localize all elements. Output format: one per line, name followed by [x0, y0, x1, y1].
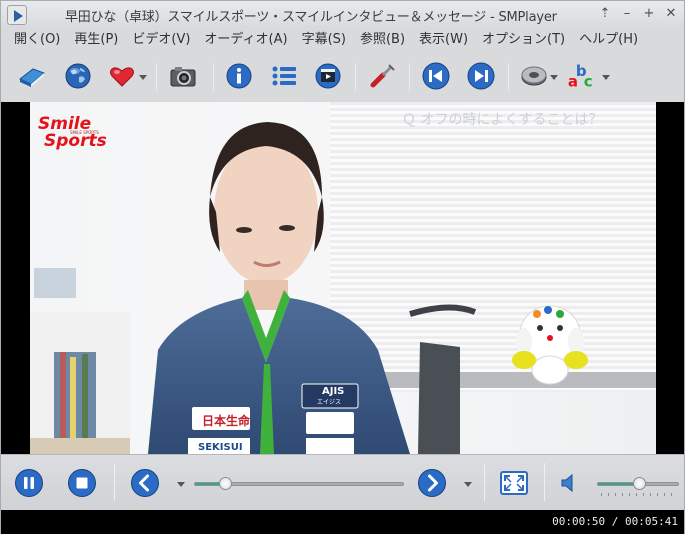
close-button[interactable]: ✕ — [662, 5, 680, 23]
smplayer-app-icon[interactable] — [7, 5, 27, 25]
jersey-sponsor-ajis: AJIS — [322, 386, 345, 397]
favorites-dropdown-arrow[interactable] — [139, 75, 147, 80]
status-bar: 00:00:50 / 00:05:41 — [1, 510, 684, 534]
playlist-icon — [272, 66, 296, 86]
video-frame[interactable]: Smile SMILE SPORTS Sports Ｑ オフの時によくすることは… — [30, 102, 656, 454]
seek-slider[interactable] — [194, 477, 404, 490]
menu-help[interactable]: ヘルプ(H) — [572, 29, 645, 51]
control-separator — [544, 463, 545, 501]
minimize-button[interactable]: – — [618, 5, 636, 23]
info-icon — [226, 63, 252, 89]
menu-bar: 開く(O) 再生(P) ビデオ(V) オーディオ(A) 字幕(S) 参照(B) … — [1, 28, 684, 52]
forward-icon — [418, 469, 446, 497]
pause-icon — [15, 469, 43, 497]
toolbar-separator — [355, 63, 356, 91]
audio-track-button[interactable] — [519, 61, 549, 91]
stop-button[interactable] — [67, 468, 97, 498]
jersey-sponsor-ajis-kana: エイジス — [317, 399, 342, 406]
screenshot-button[interactable] — [168, 61, 198, 91]
smplayer-window: 早田ひな（卓球）スマイルスポーツ・スマイルインタビュー＆メッセージ - SMPl… — [0, 0, 685, 534]
window-blinds — [330, 102, 656, 392]
next-button[interactable] — [466, 61, 496, 91]
control-bar — [1, 454, 684, 510]
svg-text:c: c — [584, 73, 593, 91]
previous-icon — [422, 62, 450, 90]
screenshot-icon — [170, 67, 196, 87]
audio-track-icon — [521, 66, 547, 86]
control-separator — [114, 463, 115, 501]
toolbar-separator — [213, 63, 214, 91]
video-area[interactable]: Smile SMILE SPORTS Sports Ｑ オフの時によくすることは… — [1, 102, 684, 454]
subtitle-track-icon: a b c — [568, 62, 593, 91]
open-url-icon — [65, 63, 91, 89]
subtitle-track-button[interactable]: a b c — [567, 61, 597, 91]
menu-open[interactable]: 開く(O) — [7, 29, 67, 51]
open-file-icon — [19, 68, 45, 87]
window-title: 早田ひな（卓球）スマイルスポーツ・スマイルインタビュー＆メッセージ - SMPl… — [65, 10, 557, 25]
volume-slider[interactable] — [597, 477, 679, 490]
rewind-button[interactable] — [130, 468, 160, 498]
menu-video[interactable]: ビデオ(V) — [125, 29, 197, 51]
volume-slider-handle[interactable] — [632, 477, 646, 490]
open-file-button[interactable] — [17, 61, 47, 91]
menu-subtitles[interactable]: 字幕(S) — [295, 29, 353, 51]
media-info-icon — [315, 63, 341, 89]
stop-icon — [68, 469, 96, 497]
volume-scale-ticks — [601, 493, 677, 496]
menu-view[interactable]: 表示(W) — [412, 29, 475, 51]
fullscreen-button[interactable] — [499, 468, 529, 498]
open-url-button[interactable] — [63, 61, 93, 91]
previous-button[interactable] — [421, 61, 451, 91]
control-separator — [484, 463, 485, 501]
toolbar-separator — [156, 63, 157, 91]
fullscreen-icon — [500, 471, 528, 495]
mute-button[interactable] — [554, 468, 584, 498]
playlist-button[interactable] — [269, 61, 299, 91]
menu-options[interactable]: オプション(T) — [475, 29, 572, 51]
preferences-button[interactable] — [367, 61, 397, 91]
favorites-icon — [110, 67, 134, 87]
menu-audio[interactable]: オーディオ(A) — [197, 29, 294, 51]
media-info-button[interactable] — [313, 61, 343, 91]
forward-dropdown-arrow[interactable] — [464, 482, 472, 487]
forward-button[interactable] — [417, 468, 447, 498]
rewind-dropdown-arrow[interactable] — [177, 482, 185, 487]
volume-icon — [561, 473, 573, 493]
video-scene — [30, 102, 656, 454]
toolbar-separator — [508, 63, 509, 91]
brand-logo-sports: Sports — [44, 131, 107, 151]
toolbar: a b c — [1, 53, 684, 101]
next-icon — [467, 62, 495, 90]
title-bar: 早田ひな（卓球）スマイルスポーツ・スマイルインタビュー＆メッセージ - SMPl… — [1, 1, 684, 28]
info-button[interactable] — [224, 61, 254, 91]
menu-play[interactable]: 再生(P) — [67, 29, 125, 51]
playback-time: 00:00:50 / 00:05:41 — [552, 515, 678, 528]
subtitle-track-dropdown-arrow[interactable] — [602, 75, 610, 80]
seek-slider-handle[interactable] — [219, 477, 233, 490]
video-caption-question: Ｑ オフの時によくすることは？ — [402, 112, 603, 128]
audio-track-dropdown-arrow[interactable] — [550, 75, 558, 80]
favorites-button[interactable] — [107, 61, 137, 91]
jersey-sponsor-sekisui: SEKISUI — [198, 442, 243, 453]
keep-above-button[interactable]: ⇡ — [596, 5, 614, 23]
pause-button[interactable] — [14, 468, 44, 498]
rewind-icon — [131, 469, 159, 497]
maximize-button[interactable]: + — [640, 5, 658, 23]
toolbar-separator — [409, 63, 410, 91]
menu-browse[interactable]: 参照(B) — [353, 29, 412, 51]
preferences-icon — [370, 64, 395, 88]
jersey-sponsor-nissay: 日本生命 — [202, 414, 251, 428]
